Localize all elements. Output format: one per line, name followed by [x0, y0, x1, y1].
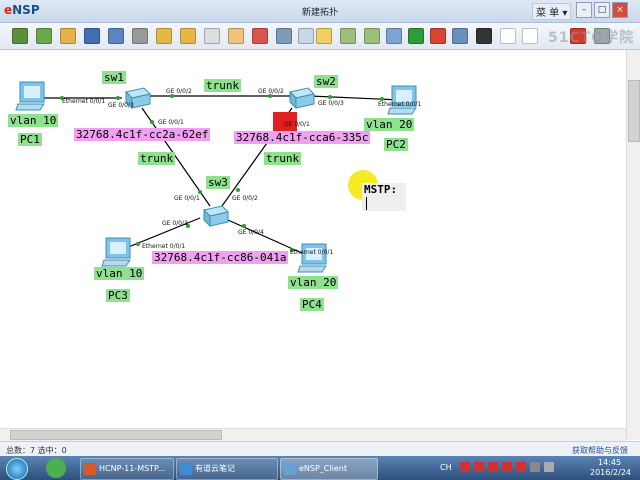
port-label-pc3: Ethernet 0/0/1: [142, 243, 186, 250]
text-caret: [366, 197, 367, 210]
pc3-vlan-label[interactable]: vlan 10: [94, 267, 145, 280]
port-dot-sw2-g003: [328, 95, 332, 99]
horizontal-scroll-thumb[interactable]: [10, 430, 222, 440]
pc4-vlan-label[interactable]: vlan 20: [288, 276, 339, 289]
status-bar: [0, 441, 640, 457]
clock-time[interactable]: 14:45: [598, 458, 621, 467]
ensp-client-icon: [284, 462, 296, 475]
trunk-sw1-sw2-label[interactable]: trunk: [204, 79, 242, 92]
port-dot-sw3-g004: [242, 224, 246, 228]
port-dot-sw1-g001: [150, 120, 154, 124]
port-label-pc2: Ethernet 0/0/1: [378, 101, 422, 108]
sw2-bridge-id-label[interactable]: 32768.4c1f-cca6-335c: [234, 131, 371, 144]
port-label-sw3-g004: GE 0/0/4: [238, 229, 264, 236]
network-icon[interactable]: [530, 462, 540, 472]
trunk-sw2-sw3-label[interactable]: trunk: [264, 152, 302, 165]
taskbar-item-ppt[interactable]: HCNP-11-MSTP...: [80, 458, 174, 480]
system-tray: [460, 462, 580, 474]
port-label-sw3-g001: GE 0/0/1: [174, 195, 200, 202]
port-label-sw2-g001: GE 0/0/1: [284, 121, 310, 128]
tray-icon-2[interactable]: [474, 462, 484, 472]
tray-icon-1[interactable]: [460, 462, 470, 472]
port-label-sw1-g001: GE 0/0/1: [158, 119, 184, 126]
pc4-label[interactable]: PC4: [300, 298, 324, 311]
status-count: 总数：7 选中：0: [6, 446, 67, 455]
port-dot-pc3: [136, 242, 140, 246]
mstp-text-box[interactable]: MSTP:: [362, 183, 406, 211]
sw1-bridge-id-label[interactable]: 32768.4c1f-cc2a-62ef: [74, 128, 211, 141]
taskbar-item-ensp[interactable]: eNSP_Client: [280, 458, 378, 480]
port-label-pc1: Ethernet 0/0/1: [62, 98, 106, 105]
sw2-label[interactable]: sw2: [314, 75, 338, 88]
tray-icon-3[interactable]: [488, 462, 498, 472]
port-label-sw2-g003: GE 0/0/3: [318, 100, 344, 107]
port-label-sw1-g002: GE 0/0/2: [166, 88, 192, 95]
link-layer: [40, 94, 401, 255]
pc3-label[interactable]: PC3: [106, 289, 130, 302]
pc2-label[interactable]: PC2: [384, 138, 408, 151]
switch-sw2-icon[interactable]: [286, 84, 316, 110]
pc2-vlan-label[interactable]: vlan 20: [364, 118, 415, 131]
taskbar-item-notes-label: 有道云笔记: [195, 464, 235, 473]
taskbar-item-ppt-label: HCNP-11-MSTP...: [99, 464, 166, 473]
port-label-sw2-g002: GE 0/0/2: [258, 88, 284, 95]
sw3-bridge-id-label[interactable]: 32768.4c1f-cc86-041a: [152, 251, 289, 264]
pc1-icon[interactable]: [14, 80, 48, 114]
sw1-label[interactable]: sw1: [102, 71, 126, 84]
trunk-sw1-sw3-label[interactable]: trunk: [138, 152, 176, 165]
pc4-icon[interactable]: [296, 242, 330, 276]
pc1-vlan-label[interactable]: vlan 10: [8, 114, 59, 127]
clock-date[interactable]: 2016/2/24: [590, 468, 631, 477]
tray-icon-5[interactable]: [516, 462, 526, 472]
switch-sw3-icon[interactable]: [200, 202, 230, 228]
sw3-label[interactable]: sw3: [206, 176, 230, 189]
vertical-scroll-thumb[interactable]: [628, 80, 640, 142]
port-label-sw3-g003: GE 0/0/3: [162, 220, 188, 227]
start-menu-icon[interactable]: [6, 458, 28, 480]
port-dot-sw3-g001: [198, 190, 202, 194]
pc3-icon[interactable]: [100, 236, 134, 270]
port-label-sw1-g003: GE 0/0/3: [108, 102, 134, 109]
port-dot-sw3-g002: [236, 188, 240, 192]
port-label-sw3-g002: GE 0/0/2: [232, 195, 258, 202]
taskbar-item-ensp-label: eNSP_Client: [299, 464, 347, 473]
powerpoint-icon: [84, 462, 96, 475]
help-feedback-link[interactable]: 获取帮助与反馈: [572, 445, 628, 456]
tray-icon-4[interactable]: [502, 462, 512, 472]
port-label-pc4: Ethernet 0/0/1: [290, 249, 334, 256]
input-method-indicator[interactable]: CH: [440, 463, 452, 472]
ensp-pinned-icon[interactable]: [46, 458, 66, 478]
youdao-notes-icon: [180, 462, 192, 475]
pc1-label[interactable]: PC1: [18, 133, 42, 146]
port-dot-sw1-g003: [116, 96, 120, 100]
taskbar-item-notes[interactable]: 有道云笔记: [176, 458, 278, 480]
volume-icon[interactable]: [544, 462, 554, 472]
